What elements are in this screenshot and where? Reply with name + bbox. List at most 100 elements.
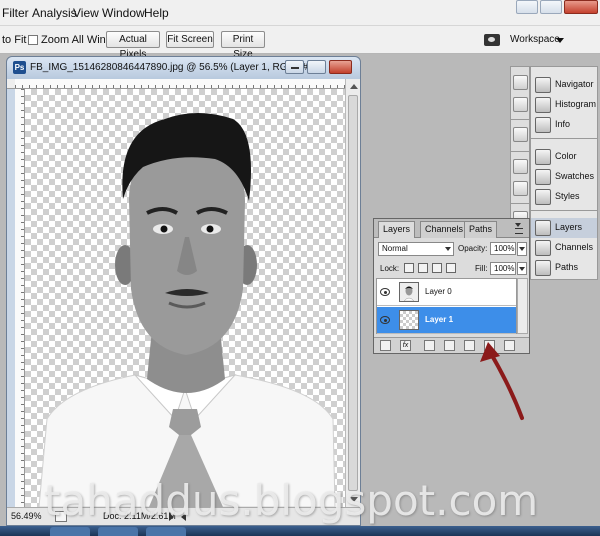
- channels-icon: [535, 240, 551, 256]
- panel-label: Color: [555, 151, 577, 161]
- taskbar-button[interactable]: [50, 527, 90, 536]
- clone-source-icon[interactable]: [513, 181, 528, 196]
- panel-styles[interactable]: Styles: [531, 187, 597, 207]
- dock-separator: [511, 203, 529, 204]
- menu-filter[interactable]: Filter: [2, 6, 29, 20]
- doc-restore-button[interactable]: [307, 60, 326, 74]
- panel-menu-icon[interactable]: [514, 223, 526, 234]
- vertical-ruler[interactable]: [15, 89, 25, 507]
- lock-label: Lock:: [380, 264, 400, 273]
- layers-icon: [535, 220, 551, 236]
- zoom-all-windows-checkbox[interactable]: [28, 35, 38, 45]
- tab-layers[interactable]: Layers: [378, 221, 416, 238]
- menu-help[interactable]: Help: [144, 6, 169, 20]
- lock-all-icon[interactable]: [446, 263, 456, 273]
- opacity-dropdown[interactable]: [517, 242, 527, 256]
- fx-button[interactable]: fx: [400, 340, 411, 351]
- paths-icon: [535, 260, 551, 276]
- dock-separator: [511, 151, 529, 152]
- history-icon[interactable]: [513, 75, 528, 90]
- layer-row[interactable]: Layer 0: [377, 279, 516, 306]
- actions-icon[interactable]: [513, 97, 528, 112]
- annotation-arrow: [480, 342, 524, 420]
- tab-paths[interactable]: Paths: [464, 221, 498, 238]
- layers-panel: Layers Channels Paths Normal Opacity: 10…: [373, 218, 530, 354]
- watermark-text: tahaddus.blogspot.com: [44, 476, 539, 525]
- eye-icon[interactable]: [380, 316, 390, 324]
- panel-label: Styles: [555, 191, 580, 201]
- layer-thumbnail: [399, 282, 419, 302]
- panel-label: Info: [555, 119, 571, 129]
- tools-preset-icon[interactable]: [513, 127, 528, 142]
- doc-minimize-button[interactable]: [285, 60, 304, 74]
- print-size-button[interactable]: Print Size: [221, 31, 265, 60]
- tab-channels[interactable]: Channels: [420, 221, 469, 238]
- panel-layers[interactable]: Layers: [531, 218, 597, 238]
- panel-label: Channels: [555, 242, 594, 252]
- menu-bar: Filter Analysis View Window Help: [0, 0, 600, 26]
- panel-color[interactable]: Color: [531, 147, 597, 167]
- layers-panel-tabs: Layers Channels Paths: [374, 219, 529, 238]
- link-layers-icon[interactable]: [380, 340, 391, 351]
- horizontal-ruler[interactable]: [15, 79, 345, 89]
- opacity-label: Opacity:: [458, 244, 488, 253]
- panel-swatches[interactable]: Swatches: [531, 167, 597, 187]
- menu-window[interactable]: Window: [102, 6, 145, 20]
- portrait-photo: [38, 113, 336, 507]
- restore-button[interactable]: [540, 0, 562, 14]
- panel-histogram[interactable]: Histogram: [531, 95, 597, 115]
- panel-label: Histogram: [555, 99, 597, 109]
- fit-label: to Fit: [2, 34, 27, 46]
- fill-field[interactable]: 100%: [490, 262, 516, 275]
- navigator-icon: [535, 77, 551, 93]
- taskbar-button[interactable]: [98, 527, 138, 536]
- menu-view[interactable]: View: [73, 6, 99, 20]
- fit-screen-button[interactable]: Fit Screen: [166, 31, 214, 48]
- lock-transparency-icon[interactable]: [404, 263, 414, 273]
- windows-taskbar: [0, 526, 600, 536]
- document-titlebar[interactable]: Ps FB_IMG_15146280846447890.jpg @ 56.5% …: [7, 57, 360, 79]
- styles-icon: [535, 189, 551, 205]
- panel-channels[interactable]: Channels: [531, 238, 597, 258]
- brushes-icon[interactable]: [513, 159, 528, 174]
- collapsed-panels: Navigator Histogram Info Color Swatches …: [530, 66, 598, 280]
- fill-dropdown[interactable]: [517, 262, 527, 275]
- blend-mode-select[interactable]: Normal: [378, 242, 454, 256]
- panel-info[interactable]: Info: [531, 115, 597, 135]
- taskbar-button[interactable]: [146, 527, 186, 536]
- minimize-button[interactable]: [516, 0, 538, 14]
- adjustment-layer-icon[interactable]: [444, 340, 455, 351]
- document-title: FB_IMG_15146280846447890.jpg @ 56.5% (La…: [30, 62, 312, 73]
- layer-name[interactable]: Layer 0: [425, 287, 452, 296]
- panel-label: Navigator: [555, 79, 594, 89]
- workspace-button[interactable]: Workspace: [506, 32, 568, 48]
- layer-name[interactable]: Layer 1: [425, 315, 453, 324]
- options-bar: to Fit Zoom All Windows Actual Pixels Fi…: [0, 26, 600, 60]
- layer-row-selected[interactable]: Layer 1: [377, 307, 516, 334]
- document-window: Ps FB_IMG_15146280846447890.jpg @ 56.5% …: [6, 56, 361, 526]
- fill-label: Fill:: [475, 264, 488, 273]
- opacity-field[interactable]: 100%: [490, 242, 516, 255]
- image-canvas[interactable]: [25, 89, 345, 507]
- close-button[interactable]: [564, 0, 598, 14]
- scrollbar-thumb[interactable]: [348, 95, 358, 491]
- panel-label: Paths: [555, 262, 579, 272]
- panel-paths[interactable]: Paths: [531, 258, 597, 278]
- vertical-scrollbar[interactable]: [345, 79, 360, 507]
- layer-thumbnail: [399, 310, 419, 330]
- layer-mask-icon[interactable]: [424, 340, 435, 351]
- swatches-icon: [535, 169, 551, 185]
- portrait-thumbnail-icon: [400, 283, 418, 302]
- actual-pixels-button[interactable]: Actual Pixels: [106, 31, 160, 60]
- zoom-level[interactable]: 56.49%: [11, 511, 42, 521]
- lock-move-icon[interactable]: [432, 263, 442, 273]
- eye-icon[interactable]: [380, 288, 390, 296]
- camera-icon[interactable]: [484, 34, 500, 46]
- menu-analysis[interactable]: Analysis: [32, 6, 77, 20]
- layers-scrollbar[interactable]: [517, 278, 528, 334]
- scroll-up-icon[interactable]: [350, 84, 358, 89]
- lock-brush-icon[interactable]: [418, 263, 428, 273]
- panel-group-separator: [531, 210, 597, 211]
- doc-close-button[interactable]: [329, 60, 352, 74]
- panel-navigator[interactable]: Navigator: [531, 75, 597, 95]
